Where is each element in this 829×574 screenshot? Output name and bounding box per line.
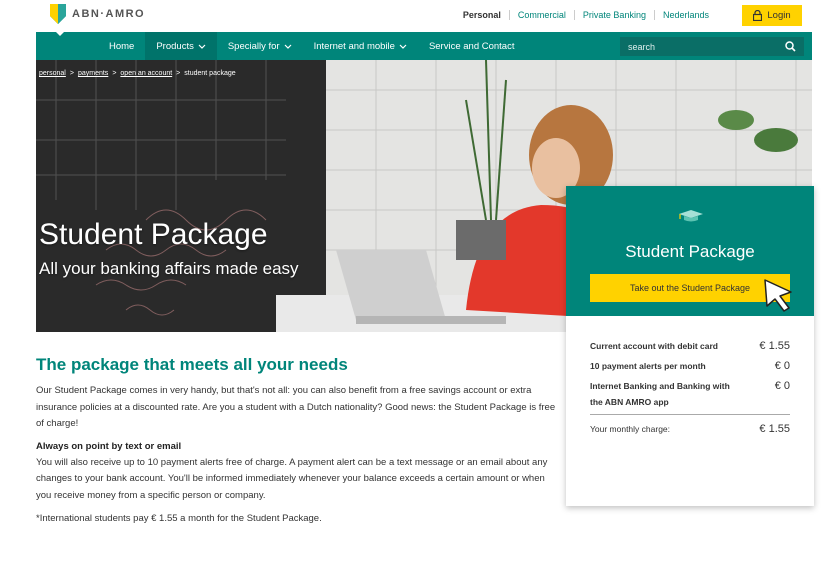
login-label: Login	[767, 10, 791, 21]
cursor-pointer-icon	[764, 279, 792, 312]
nav-item-label: Products	[156, 40, 194, 52]
chevron-down-icon	[284, 44, 292, 49]
nav-item-label: Internet and mobile	[313, 40, 395, 52]
subheading: Always on point by text or email	[36, 440, 182, 452]
search-icon[interactable]	[785, 41, 796, 52]
breadcrumb-open-an-account[interactable]: open an account	[120, 70, 172, 77]
search-input[interactable]	[628, 41, 778, 52]
main-content: The package that meets all your needs Ou…	[36, 355, 556, 524]
body-paragraph: You will also receive up to 10 payment a…	[36, 456, 548, 501]
breadcrumb: personal > payments > open an account > …	[39, 70, 236, 77]
top-link-personal[interactable]: Personal	[455, 10, 509, 20]
top-bar: ABN·AMRO Personal Commercial Private Ban…	[0, 0, 829, 32]
price-row-value: € 0	[774, 360, 790, 372]
take-out-package-button[interactable]: Take out the Student Package	[590, 274, 790, 302]
breadcrumb-personal[interactable]: personal	[39, 70, 66, 77]
price-row: 10 payment alerts per month € 0	[590, 358, 790, 374]
top-link-commercial[interactable]: Commercial	[508, 10, 574, 20]
intro-paragraph: Our Student Package comes in very handy,…	[36, 385, 556, 429]
logo-notch	[50, 26, 70, 36]
hero-subtitle: All your banking affairs made easy	[39, 259, 299, 278]
breadcrumb-separator: >	[112, 70, 117, 77]
nav-items: Home Products Specially for Internet and…	[36, 32, 525, 60]
breadcrumb-payments[interactable]: payments	[78, 70, 108, 77]
top-link-language[interactable]: Nederlands	[653, 10, 717, 20]
section-heading: The package that meets all your needs	[36, 355, 348, 374]
breadcrumb-current: student package	[184, 70, 236, 77]
chevron-down-icon	[198, 44, 206, 49]
nav-item-label: Specially for	[227, 40, 280, 52]
nav-item-home[interactable]: Home	[98, 32, 145, 60]
brand-name: ABN·AMRO	[72, 8, 146, 20]
chevron-down-icon	[399, 44, 407, 49]
hero-title: Student Package	[39, 218, 268, 251]
product-card: Student Package Take out the Student Pac…	[566, 186, 814, 506]
search-box	[620, 37, 804, 56]
graduation-cap-icon	[679, 210, 703, 222]
breadcrumb-separator: >	[176, 70, 181, 77]
monthly-charge-row: Your monthly charge: € 1.55	[590, 421, 790, 437]
monthly-charge-label: Your monthly charge:	[590, 424, 671, 434]
shield-logo-icon	[50, 4, 66, 24]
nav-item-products[interactable]: Products	[145, 32, 217, 60]
product-card-header: Student Package Take out the Student Pac…	[566, 186, 814, 316]
price-row-value: € 1.55	[759, 340, 790, 352]
monthly-charge-value: € 1.55	[759, 423, 790, 435]
breadcrumb-separator: >	[69, 70, 74, 77]
nav-item-label: Home	[109, 40, 135, 52]
price-divider	[590, 414, 790, 415]
main-nav: Home Products Specially for Internet and…	[36, 32, 812, 60]
nav-item-label: Service and Contact	[428, 40, 515, 52]
nav-item-service-and-contact[interactable]: Service and Contact	[418, 32, 526, 60]
price-row-value: € 0	[774, 380, 790, 392]
abn-amro-logo[interactable]: ABN·AMRO	[50, 4, 145, 24]
lock-icon	[753, 10, 763, 21]
login-button[interactable]: Login	[742, 5, 802, 26]
segment-links: Personal Commercial Private Banking Nede…	[455, 10, 717, 20]
price-row-label: 10 payment alerts per month	[590, 361, 706, 371]
price-row-label: Internet Banking and Banking with the AB…	[590, 381, 730, 407]
international-note: *International students pay € 1.55 a mon…	[36, 513, 322, 524]
price-table: Current account with debit card € 1.55 1…	[590, 338, 790, 441]
product-card-title: Student Package	[625, 242, 755, 261]
nav-item-specially-for[interactable]: Specially for	[217, 32, 303, 60]
price-row-label: Current account with debit card	[590, 341, 718, 351]
price-row: Current account with debit card € 1.55	[590, 338, 790, 354]
top-link-private-banking[interactable]: Private Banking	[573, 10, 654, 20]
price-row: Internet Banking and Banking with the AB…	[590, 378, 790, 410]
nav-item-internet-and-mobile[interactable]: Internet and mobile	[303, 32, 418, 60]
